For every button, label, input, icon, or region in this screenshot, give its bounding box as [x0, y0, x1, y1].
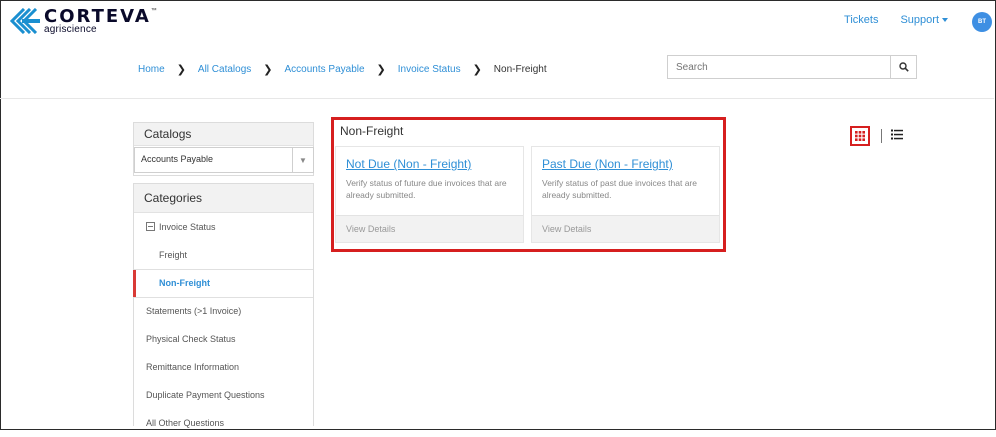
catalog-select[interactable]: Accounts Payable ▼ [134, 147, 314, 173]
list-view-icon [891, 129, 903, 140]
card-title-link[interactable]: Past Due (Non - Freight) [542, 157, 673, 171]
view-toggle-divider [881, 129, 882, 143]
grid-view-icon [855, 131, 865, 141]
breadcrumb-current: Non-Freight [493, 64, 547, 75]
card-footer[interactable]: View Details [532, 215, 719, 242]
sidebar-item-all-other-questions[interactable]: All Other Questions [134, 409, 313, 437]
breadcrumb-accounts-payable[interactable]: Accounts Payable [284, 64, 364, 75]
sidebar-item-invoice-status[interactable]: Invoice Status [134, 213, 313, 241]
avatar[interactable]: BT [972, 12, 992, 32]
header-divider [0, 98, 994, 99]
sidebar-item-statements[interactable]: Statements (>1 Invoice) [134, 297, 313, 325]
catalogs-title: Catalogs [134, 123, 313, 146]
list-view-button[interactable] [891, 127, 903, 145]
breadcrumb: Home ❯ All Catalogs ❯ Accounts Payable ❯… [138, 63, 547, 76]
support-menu[interactable]: Support [900, 14, 948, 26]
catalog-select-value: Accounts Payable [141, 154, 214, 164]
view-details-link[interactable]: View Details [542, 224, 591, 234]
breadcrumb-invoice-status[interactable]: Invoice Status [398, 64, 461, 75]
catalog-card-not-due[interactable]: Not Due (Non - Freight) Verify status of… [335, 146, 524, 243]
view-toggle [850, 126, 903, 146]
breadcrumb-all-catalogs[interactable]: All Catalogs [198, 64, 251, 75]
card-description: Verify status of future due invoices tha… [346, 178, 507, 200]
corteva-logo-icon [10, 8, 40, 34]
search-input[interactable] [668, 56, 892, 78]
view-details-link[interactable]: View Details [346, 224, 395, 234]
sidebar-item-non-freight[interactable]: Non-Freight [133, 269, 313, 297]
support-label: Support [900, 14, 939, 26]
chevron-right-icon: ❯ [176, 64, 186, 76]
sidebar-item-freight[interactable]: Freight [134, 241, 313, 269]
card-title-link[interactable]: Not Due (Non - Freight) [346, 157, 471, 171]
chevron-right-icon: ❯ [376, 64, 386, 76]
catalogs-panel: Catalogs Accounts Payable ▼ [133, 122, 314, 176]
categories-title: Categories [134, 184, 313, 213]
search-button[interactable] [890, 56, 916, 78]
breadcrumb-home[interactable]: Home [138, 64, 165, 75]
section-title: Non-Freight [340, 124, 404, 138]
search-icon [898, 62, 909, 72]
categories-panel: Categories Invoice Status Freight Non-Fr… [133, 183, 314, 428]
chevron-right-icon: ❯ [472, 64, 482, 76]
sidebar-item-physical-check-status[interactable]: Physical Check Status [134, 325, 313, 353]
sidebar-item-remittance-information[interactable]: Remittance Information [134, 353, 313, 381]
sidebar-item-duplicate-payment-questions[interactable]: Duplicate Payment Questions [134, 381, 313, 409]
corteva-logo[interactable]: CORTEVA™ agriscience [10, 8, 157, 36]
grid-view-button[interactable] [850, 126, 870, 146]
caret-down-icon [942, 18, 948, 23]
logo-trademark: ™ [150, 8, 157, 14]
chevron-down-icon: ▼ [292, 148, 313, 172]
card-footer[interactable]: View Details [336, 215, 523, 242]
chevron-right-icon: ❯ [263, 64, 273, 76]
card-description: Verify status of past due invoices that … [542, 178, 697, 200]
search-box [667, 55, 917, 79]
catalog-card-past-due[interactable]: Past Due (Non - Freight) Verify status o… [531, 146, 720, 243]
tickets-link[interactable]: Tickets [844, 14, 878, 26]
top-nav: Tickets Support [844, 14, 948, 26]
collapse-minus-icon [146, 222, 155, 231]
sidebar-item-label: Invoice Status [159, 222, 216, 232]
